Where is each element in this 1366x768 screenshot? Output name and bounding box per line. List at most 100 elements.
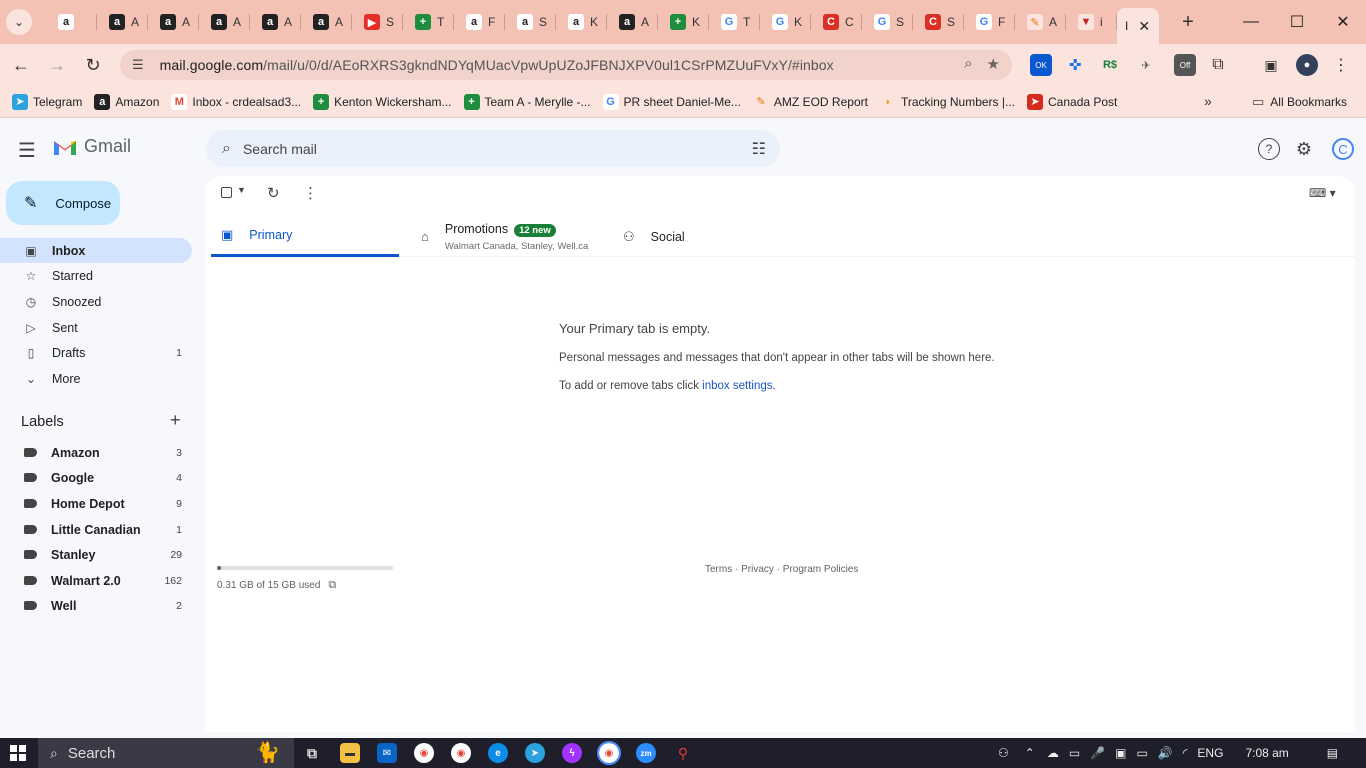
extension-rs-icon[interactable]: R$ <box>1099 54 1121 76</box>
display-icon[interactable]: ▭ <box>1069 746 1080 760</box>
select-all-checkbox[interactable] <box>221 187 232 198</box>
bookmark-star-icon[interactable]: ★ <box>987 55 1000 73</box>
bookmark-item[interactable]: M Inbox - crdealsad3... <box>171 93 301 110</box>
clock[interactable]: 7:08 am <box>1245 746 1288 760</box>
add-label-icon[interactable]: + <box>170 410 181 431</box>
pinned-tab[interactable]: aK <box>556 0 607 44</box>
telegram-taskbar-icon[interactable]: ➤ <box>525 743 545 763</box>
pinned-tab[interactable]: a <box>46 0 97 44</box>
pinned-tab[interactable]: GT <box>709 0 760 44</box>
gmail-logo[interactable]: Gmail <box>52 136 131 157</box>
tab-search-button[interactable]: ⌄ <box>6 9 32 35</box>
pinned-tab[interactable]: + T <box>403 0 454 44</box>
sidebar-item-inbox[interactable]: ▣ Inbox <box>0 238 192 263</box>
extension-ok-icon[interactable]: OK <box>1030 54 1052 76</box>
language-indicator[interactable]: ENG <box>1197 746 1223 760</box>
zoom-icon[interactable]: ⌕ <box>964 55 972 73</box>
open-in-new-icon[interactable]: ⧉ <box>328 579 336 592</box>
close-tab-icon[interactable]: ✕ <box>1138 18 1150 35</box>
pinned-tab[interactable]: aA <box>199 0 250 44</box>
projector-icon[interactable]: ▣ <box>1115 746 1126 760</box>
label-item[interactable]: Stanley 29 <box>0 542 192 567</box>
input-tools-keyboard-icon[interactable]: ⌨ ▾ <box>1309 186 1336 200</box>
maximize-button[interactable]: ☐ <box>1274 0 1320 44</box>
sidebar-item-drafts[interactable]: ▯ Drafts 1 <box>0 340 192 365</box>
pinned-tab[interactable]: aA <box>250 0 301 44</box>
back-button[interactable]: ← <box>6 50 36 80</box>
notifications-icon[interactable]: ▤ <box>1327 746 1338 760</box>
sidebar-item-starred[interactable]: ☆ Starred <box>0 263 192 288</box>
bookmark-item[interactable]: ◗ Tracking Numbers |... <box>879 93 1015 110</box>
volume-icon[interactable]: 🔊 <box>1158 746 1173 760</box>
more-bookmarks-button[interactable]: » <box>1204 93 1212 109</box>
extension-off-icon[interactable]: Off <box>1174 54 1196 76</box>
main-menu-icon[interactable]: ☰ <box>18 138 36 163</box>
taskbar-search-box[interactable]: ⌕ Search 🐈 <box>38 738 294 768</box>
refresh-icon[interactable]: ↻ <box>267 184 280 202</box>
battery-icon[interactable]: ▭ <box>1136 746 1147 760</box>
more-actions-icon[interactable]: ⋮ <box>303 184 318 202</box>
help-icon[interactable]: ? <box>1258 138 1280 160</box>
account-avatar[interactable]: C <box>1332 138 1354 160</box>
label-item[interactable]: Home Depot 9 <box>0 491 192 516</box>
chrome-icon[interactable]: ◉ <box>414 743 434 763</box>
mail-app-icon[interactable]: ✉ <box>377 743 397 763</box>
profile-avatar[interactable]: ● <box>1296 54 1318 76</box>
forward-button[interactable]: → <box>42 50 72 80</box>
sidebar-item-sent[interactable]: ▷ Sent <box>0 315 192 340</box>
pinned-tab[interactable]: CC <box>811 0 862 44</box>
search-input[interactable] <box>242 140 723 157</box>
pinned-tab[interactable]: aA <box>148 0 199 44</box>
tab-primary[interactable]: ▣ Primary <box>211 216 399 257</box>
compose-button[interactable]: ✎ Compose <box>6 181 120 225</box>
messenger-icon[interactable]: ϟ <box>562 743 582 763</box>
search-options-icon[interactable]: ☷ <box>752 139 766 159</box>
pinned-tab[interactable]: ▼ i <box>1066 0 1117 44</box>
extension-crosshair-icon[interactable]: ✜ <box>1064 54 1086 76</box>
browser-menu-icon[interactable]: ⋮ <box>1330 54 1352 76</box>
show-hidden-icons[interactable]: ⌃ <box>1025 746 1035 760</box>
bookmark-item[interactable]: ➤ Telegram <box>12 93 82 110</box>
zoom-app-icon[interactable]: zm <box>636 743 656 763</box>
chrome-active-icon[interactable]: ◉ <box>597 741 621 765</box>
extensions-puzzle-icon[interactable]: ⧉ <box>1207 54 1229 76</box>
pinned-tab[interactable]: GK <box>760 0 811 44</box>
pinned-tab[interactable]: ✎ A <box>1015 0 1066 44</box>
sidebar-item-snoozed[interactable]: ◷ Snoozed <box>0 289 192 314</box>
bookmark-item[interactable]: + Team A - Merylle -... <box>463 93 591 110</box>
sidebar-item-more[interactable]: ⌄ More <box>0 366 192 391</box>
bookmark-item[interactable]: ➤ Canada Post <box>1027 93 1117 110</box>
new-tab-button[interactable]: + <box>1173 7 1203 37</box>
pinned-tab[interactable]: aA <box>301 0 352 44</box>
extension-plane-icon[interactable]: ✈ <box>1135 54 1157 76</box>
bookmark-item[interactable]: ✎ AMZ EOD Report <box>752 93 868 110</box>
people-tray-icon[interactable]: ⚇ <box>998 746 1009 760</box>
pinned-tab[interactable]: + K <box>658 0 709 44</box>
pin-app-icon[interactable]: ⚲ <box>673 743 693 763</box>
reload-button[interactable]: ↻ <box>78 50 108 80</box>
pinned-tab[interactable]: GS <box>862 0 913 44</box>
file-explorer-icon[interactable]: ▬ <box>340 743 360 763</box>
pinned-tab[interactable]: aF <box>454 0 505 44</box>
bookmark-item[interactable]: a Amazon <box>94 93 159 110</box>
task-view-icon[interactable]: ⧉ <box>302 743 322 763</box>
all-bookmarks-button[interactable]: ▭ All Bookmarks <box>1252 94 1347 110</box>
pinned-tab[interactable]: aS <box>505 0 556 44</box>
side-panel-icon[interactable]: ▣ <box>1260 54 1282 76</box>
label-item[interactable]: Well 2 <box>0 593 192 618</box>
pinned-tab[interactable]: CS <box>913 0 964 44</box>
footer-links[interactable]: Terms · Privacy · Program Policies <box>705 564 858 575</box>
close-window-button[interactable]: ✕ <box>1320 0 1366 44</box>
label-item[interactable]: Little Canadian 1 <box>0 517 192 542</box>
select-dropdown-icon[interactable]: ▼ <box>237 185 246 195</box>
tab-social[interactable]: ⚇ Social <box>623 216 685 257</box>
edge-icon[interactable]: e <box>488 743 508 763</box>
bookmark-item[interactable]: G PR sheet Daniel-Me... <box>602 93 741 110</box>
label-item[interactable]: Google 4 <box>0 465 192 490</box>
tab-promotions[interactable]: ⌂ Promotions 12 new Walmart Canada, Stanl… <box>421 216 588 257</box>
site-info-icon[interactable]: ☰ <box>132 57 144 73</box>
pinned-tab[interactable]: GF <box>964 0 1015 44</box>
settings-gear-icon[interactable]: ⚙ <box>1293 138 1315 160</box>
address-bar[interactable]: ☰ mail.google.com/mail/u/0/d/AEoRXRS3gkn… <box>120 50 1012 80</box>
chrome-profile-icon[interactable]: ◉ <box>451 743 471 763</box>
